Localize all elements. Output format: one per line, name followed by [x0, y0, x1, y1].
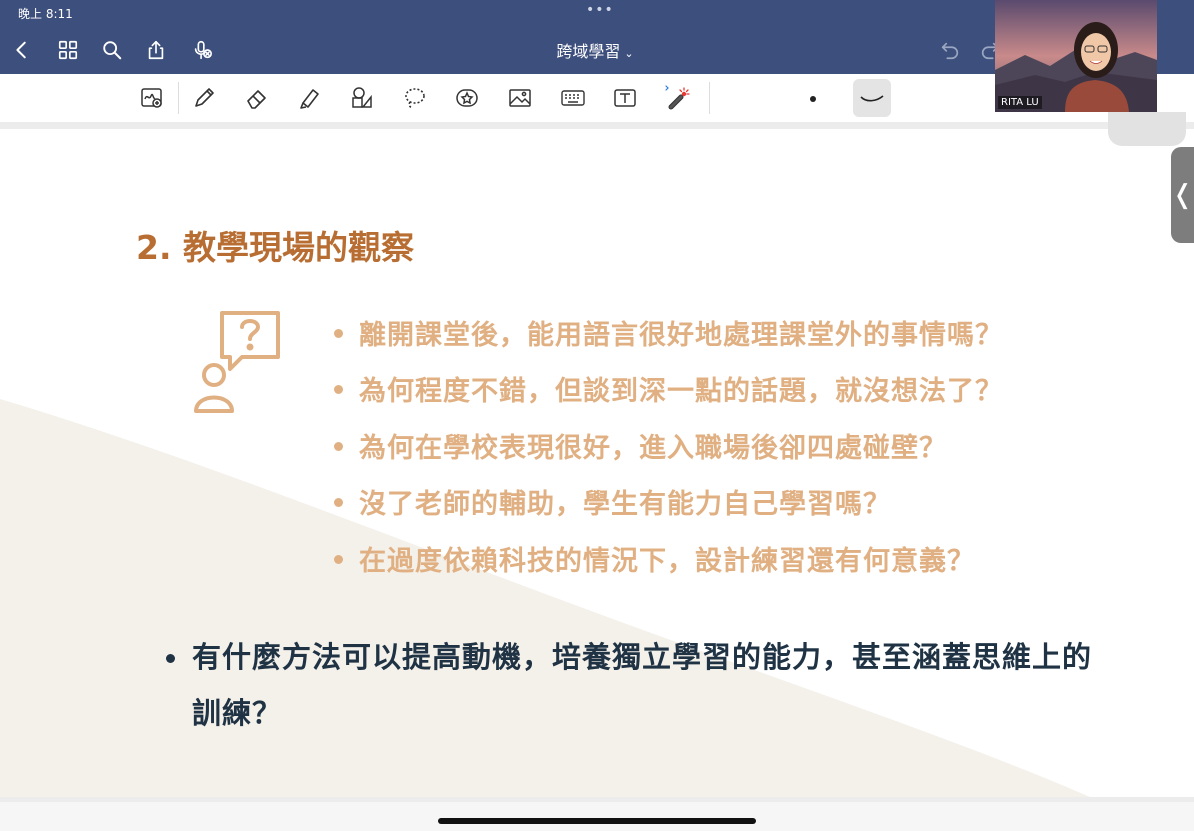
pen-icon[interactable]	[188, 82, 220, 114]
document-title[interactable]: 跨域學習 ⌄	[530, 38, 660, 62]
mic-off-icon[interactable]	[188, 36, 216, 64]
highlighter-icon[interactable]	[294, 82, 326, 114]
question-item: 在過度依賴科技的情況下，設計練習還有何意義？	[334, 539, 975, 578]
stroke-size-dot[interactable]	[810, 96, 816, 102]
laser-pointer-icon[interactable]	[662, 82, 694, 114]
slide-title: 2. 教學現場的觀察	[136, 228, 414, 267]
zoom-draw-icon[interactable]	[136, 82, 168, 114]
share-icon[interactable]	[142, 36, 170, 64]
question-item: 為何程度不錯，但談到深一點的話題，就沒想法了？	[334, 369, 1003, 408]
bullet-dot	[334, 442, 343, 451]
question-item: 沒了老師的輔助，學生有能力自己學習嗎？	[334, 482, 891, 521]
question-text: 為何在學校表現很好，進入職場後卻四處碰壁？	[359, 433, 947, 464]
stroke-curve-icon	[860, 95, 884, 102]
slide: 2. 教學現場的觀察 離開課堂後，能用語言很好地處理課堂外的事情嗎？ 為何程度不…	[0, 129, 1194, 797]
overlay-button[interactable]	[1108, 112, 1186, 146]
side-panel-handle[interactable]: ❬	[1171, 147, 1194, 243]
home-indicator[interactable]	[438, 818, 756, 824]
undo-icon[interactable]	[936, 36, 964, 64]
back-icon[interactable]	[8, 36, 36, 64]
document-title-text: 跨域學習	[556, 42, 621, 61]
bottom-area	[0, 802, 1194, 831]
image-icon[interactable]	[504, 82, 536, 114]
bullet-dot	[334, 329, 343, 338]
participant-name: RITA LU	[998, 96, 1042, 109]
keyboard-icon[interactable]	[557, 82, 589, 114]
question-item: 為何在學校表現很好，進入職場後卻四處碰壁？	[334, 426, 947, 465]
shapes-icon[interactable]	[346, 82, 378, 114]
status-time: 晚上 8:11	[18, 7, 73, 21]
question-text: 離開課堂後，能用語言很好地處理課堂外的事情嗎？	[359, 320, 1003, 351]
question-item: 離開課堂後，能用語言很好地處理課堂外的事情嗎？	[334, 313, 1003, 352]
question-text: 沒了老師的輔助，學生有能力自己學習嗎？	[359, 489, 891, 520]
grid-icon[interactable]	[54, 36, 82, 64]
bullet-dot	[166, 654, 175, 663]
question-text: 在過度依賴科技的情況下，設計練習還有何意義？	[359, 546, 975, 577]
main-question: 有什麼方法可以提高動機，培養獨立學習的能力，甚至涵蓋思維上的訓練？	[162, 629, 1092, 741]
search-icon[interactable]	[98, 36, 126, 64]
stroke-style-selected[interactable]	[853, 79, 891, 117]
text-box-icon[interactable]	[609, 82, 641, 114]
sticker-icon[interactable]	[451, 82, 483, 114]
main-question-text: 有什麼方法可以提高動機，培養獨立學習的能力，甚至涵蓋思維上的訓練？	[192, 640, 1093, 730]
lasso-icon[interactable]	[399, 82, 431, 114]
bullet-dot	[334, 555, 343, 564]
document-canvas[interactable]: 2. 教學現場的觀察 離開課堂後，能用語言很好地處理課堂外的事情嗎？ 為何程度不…	[0, 122, 1194, 802]
toolbar-divider	[709, 82, 710, 114]
toolbar-divider	[178, 82, 179, 114]
multitask-dots[interactable]: •••	[586, 2, 614, 18]
eraser-icon[interactable]	[241, 82, 273, 114]
question-text: 為何程度不錯，但談到深一點的話題，就沒想法了？	[359, 376, 1003, 407]
bullet-dot	[334, 385, 343, 394]
person-question-icon	[194, 311, 280, 413]
bullet-dot	[334, 498, 343, 507]
chevron-down-icon: ⌄	[624, 47, 634, 60]
chevron-left-icon: ❬	[1171, 180, 1194, 210]
